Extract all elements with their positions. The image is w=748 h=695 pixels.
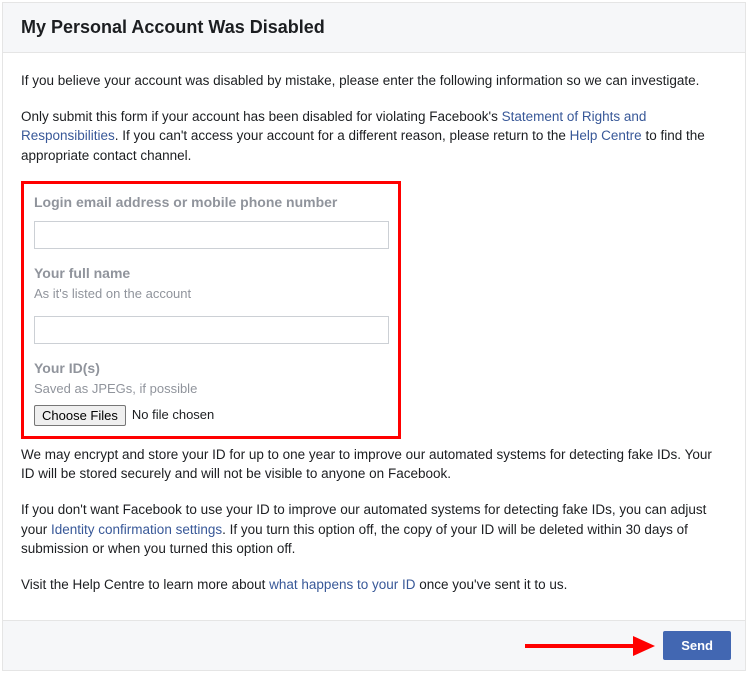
- disclaimer-text: Only submit this form if your account ha…: [21, 107, 727, 166]
- name-field-group: Your full name As it's listed on the acc…: [34, 263, 388, 344]
- login-label: Login email address or mobile phone numb…: [34, 192, 388, 212]
- ids-hint: Saved as JPEGs, if possible: [34, 380, 388, 399]
- ids-field-group: Your ID(s) Saved as JPEGs, if possible C…: [34, 358, 388, 426]
- no-file-text: No file chosen: [132, 406, 214, 425]
- learn-text: Visit the Help Centre to learn more abou…: [21, 575, 727, 595]
- choose-files-button[interactable]: Choose Files: [34, 405, 126, 426]
- page-content: If you believe your account was disabled…: [3, 53, 745, 620]
- disclaimer-part1: Only submit this form if your account ha…: [21, 109, 502, 124]
- storage-text: We may encrypt and store your ID for up …: [21, 445, 727, 484]
- learn-part1: Visit the Help Centre to learn more abou…: [21, 577, 269, 592]
- what-happens-link[interactable]: what happens to your ID: [269, 577, 415, 592]
- file-row: Choose Files No file chosen: [34, 405, 388, 426]
- help-centre-link[interactable]: Help Centre: [570, 128, 642, 143]
- arrow-head-icon: [633, 636, 655, 656]
- ids-label: Your ID(s): [34, 358, 388, 378]
- form-highlight: Login email address or mobile phone numb…: [21, 181, 401, 439]
- name-label: Your full name: [34, 263, 388, 283]
- intro-text: If you believe your account was disabled…: [21, 71, 727, 91]
- identity-settings-link[interactable]: Identity confirmation settings: [51, 522, 222, 537]
- page-header: My Personal Account Was Disabled: [3, 3, 745, 53]
- arrow-line: [525, 644, 633, 648]
- annotation-arrow: [525, 636, 655, 656]
- optout-text: If you don't want Facebook to use your I…: [21, 500, 727, 559]
- login-input[interactable]: [34, 221, 389, 249]
- disclaimer-part2: . If you can't access your account for a…: [115, 128, 570, 143]
- learn-part2: once you've sent it to us.: [415, 577, 567, 592]
- page-footer: Send: [3, 620, 745, 670]
- name-hint: As it's listed on the account: [34, 285, 388, 304]
- page-title: My Personal Account Was Disabled: [21, 17, 727, 38]
- name-input[interactable]: [34, 316, 389, 344]
- login-field-group: Login email address or mobile phone numb…: [34, 192, 388, 248]
- page-container: My Personal Account Was Disabled If you …: [2, 2, 746, 671]
- send-button[interactable]: Send: [663, 631, 731, 660]
